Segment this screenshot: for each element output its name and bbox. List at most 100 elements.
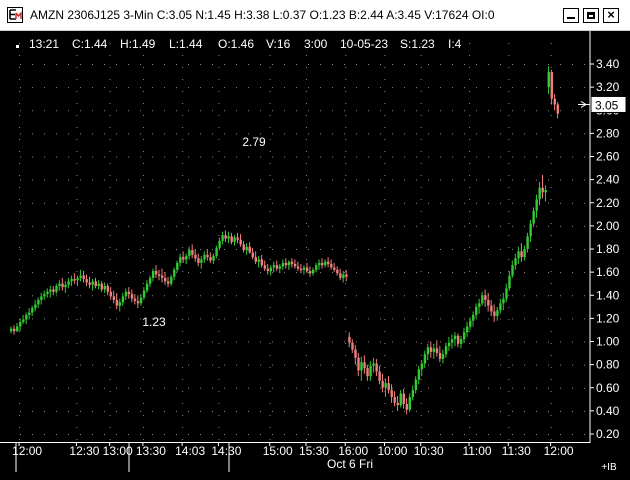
maximize-button[interactable] — [583, 8, 599, 23]
grid-dot — [469, 235, 471, 236]
grid-dot — [452, 410, 453, 412]
grid-dot — [296, 225, 297, 227]
grid-dot — [368, 133, 369, 135]
grid-dot — [116, 410, 117, 412]
grid-dot — [392, 295, 393, 297]
candle-body — [151, 270, 155, 278]
grid-dot — [269, 187, 271, 188]
candle-body — [79, 275, 82, 278]
grid-dot — [56, 272, 57, 274]
grid-dot — [345, 223, 347, 224]
grid-dot — [269, 55, 271, 56]
title-bar[interactable]: AMZN 2306J125 3-Min C:3.05 N:1.45 H:3.38… — [0, 0, 630, 31]
grid-dot — [269, 175, 271, 176]
grid-dot — [104, 341, 105, 343]
grid-dot — [224, 133, 225, 135]
grid-dot — [368, 434, 369, 435]
grid-dot — [80, 202, 81, 204]
grid-dot — [19, 199, 21, 200]
grid-dot — [212, 410, 213, 412]
grid-dot — [269, 415, 271, 416]
grid-dot — [92, 318, 93, 320]
grid-dot — [182, 67, 184, 68]
grid-dot — [248, 364, 249, 366]
grid-dot — [104, 364, 105, 366]
grid-dot — [332, 110, 333, 112]
grid-dot — [116, 179, 117, 181]
grid-dot — [56, 249, 57, 250]
grid-dot — [488, 133, 489, 135]
grid-dot — [176, 387, 177, 389]
grid-dot — [109, 247, 111, 248]
grid-dot — [345, 235, 347, 236]
candle-body — [245, 246, 248, 251]
grid-dot — [188, 295, 189, 297]
grid-dot — [284, 202, 285, 204]
grid-dot — [44, 318, 45, 320]
grid-dot — [32, 202, 33, 204]
grid-dot — [80, 110, 81, 112]
grid-dot — [80, 249, 81, 250]
grid-dot — [550, 43, 552, 44]
minimize-button[interactable] — [563, 8, 579, 23]
grid-dot — [464, 272, 465, 274]
grid-dot — [116, 272, 117, 274]
grid-dot — [182, 391, 184, 392]
grid-dot — [182, 295, 184, 296]
grid-dot — [224, 156, 225, 158]
grid-dot — [560, 249, 561, 250]
grid-dot — [272, 318, 273, 320]
candle-body — [381, 380, 384, 388]
close-button[interactable]: × — [603, 7, 619, 23]
grid-dot — [345, 151, 347, 152]
grid-dot — [512, 64, 513, 65]
grid-dot — [116, 249, 117, 250]
grid-dot — [428, 225, 429, 227]
grid-dot — [76, 115, 78, 116]
grid-dot — [140, 202, 141, 204]
grid-dot — [68, 225, 69, 227]
grid-dot — [218, 403, 220, 404]
grid-dot — [260, 434, 261, 435]
grid-dot — [164, 133, 165, 135]
x-tick-label: 13:00 — [103, 444, 133, 458]
candle-body — [387, 383, 390, 391]
grid-dot — [68, 295, 69, 297]
candle-body — [333, 267, 336, 270]
candle-body — [206, 254, 209, 258]
grid-dot — [380, 225, 381, 227]
y-tick-label: 2.60 — [596, 150, 620, 164]
grid-dot — [269, 115, 271, 116]
grid-dot — [469, 187, 471, 188]
grid-dot — [248, 64, 249, 65]
grid-dot — [550, 319, 552, 320]
grid-dot — [305, 283, 307, 284]
grid-dot — [469, 391, 471, 392]
grid-dot — [320, 225, 321, 227]
grid-dot — [428, 249, 429, 250]
grid-dot — [182, 283, 184, 284]
grid-dot — [320, 364, 321, 366]
price-chart[interactable]: 13:21 C:1.44 H:1.49 L:1.44 O:1.46 V:16 3:00 10-… — [0, 31, 630, 480]
grid-dot — [56, 341, 57, 343]
candle-body — [170, 276, 173, 284]
grid-dot — [476, 387, 477, 389]
grid-dot — [572, 249, 573, 250]
grid-dot — [272, 434, 273, 435]
y-tick-label: 2.80 — [596, 126, 620, 140]
grid-dot — [308, 295, 309, 297]
grid-dot — [469, 247, 471, 248]
grid-dot — [428, 387, 429, 389]
grid-dot — [19, 55, 21, 56]
grid-dot — [560, 225, 561, 227]
grid-dot — [182, 427, 184, 428]
candle-body — [85, 279, 88, 283]
grid-dot — [44, 133, 45, 135]
grid-dot — [500, 179, 501, 181]
grid-dot — [305, 259, 307, 260]
grid-dot — [548, 156, 549, 158]
grid-dot — [356, 133, 357, 135]
grid-dot — [469, 199, 471, 200]
grid-dot — [392, 272, 393, 274]
grid-dot — [469, 307, 471, 308]
